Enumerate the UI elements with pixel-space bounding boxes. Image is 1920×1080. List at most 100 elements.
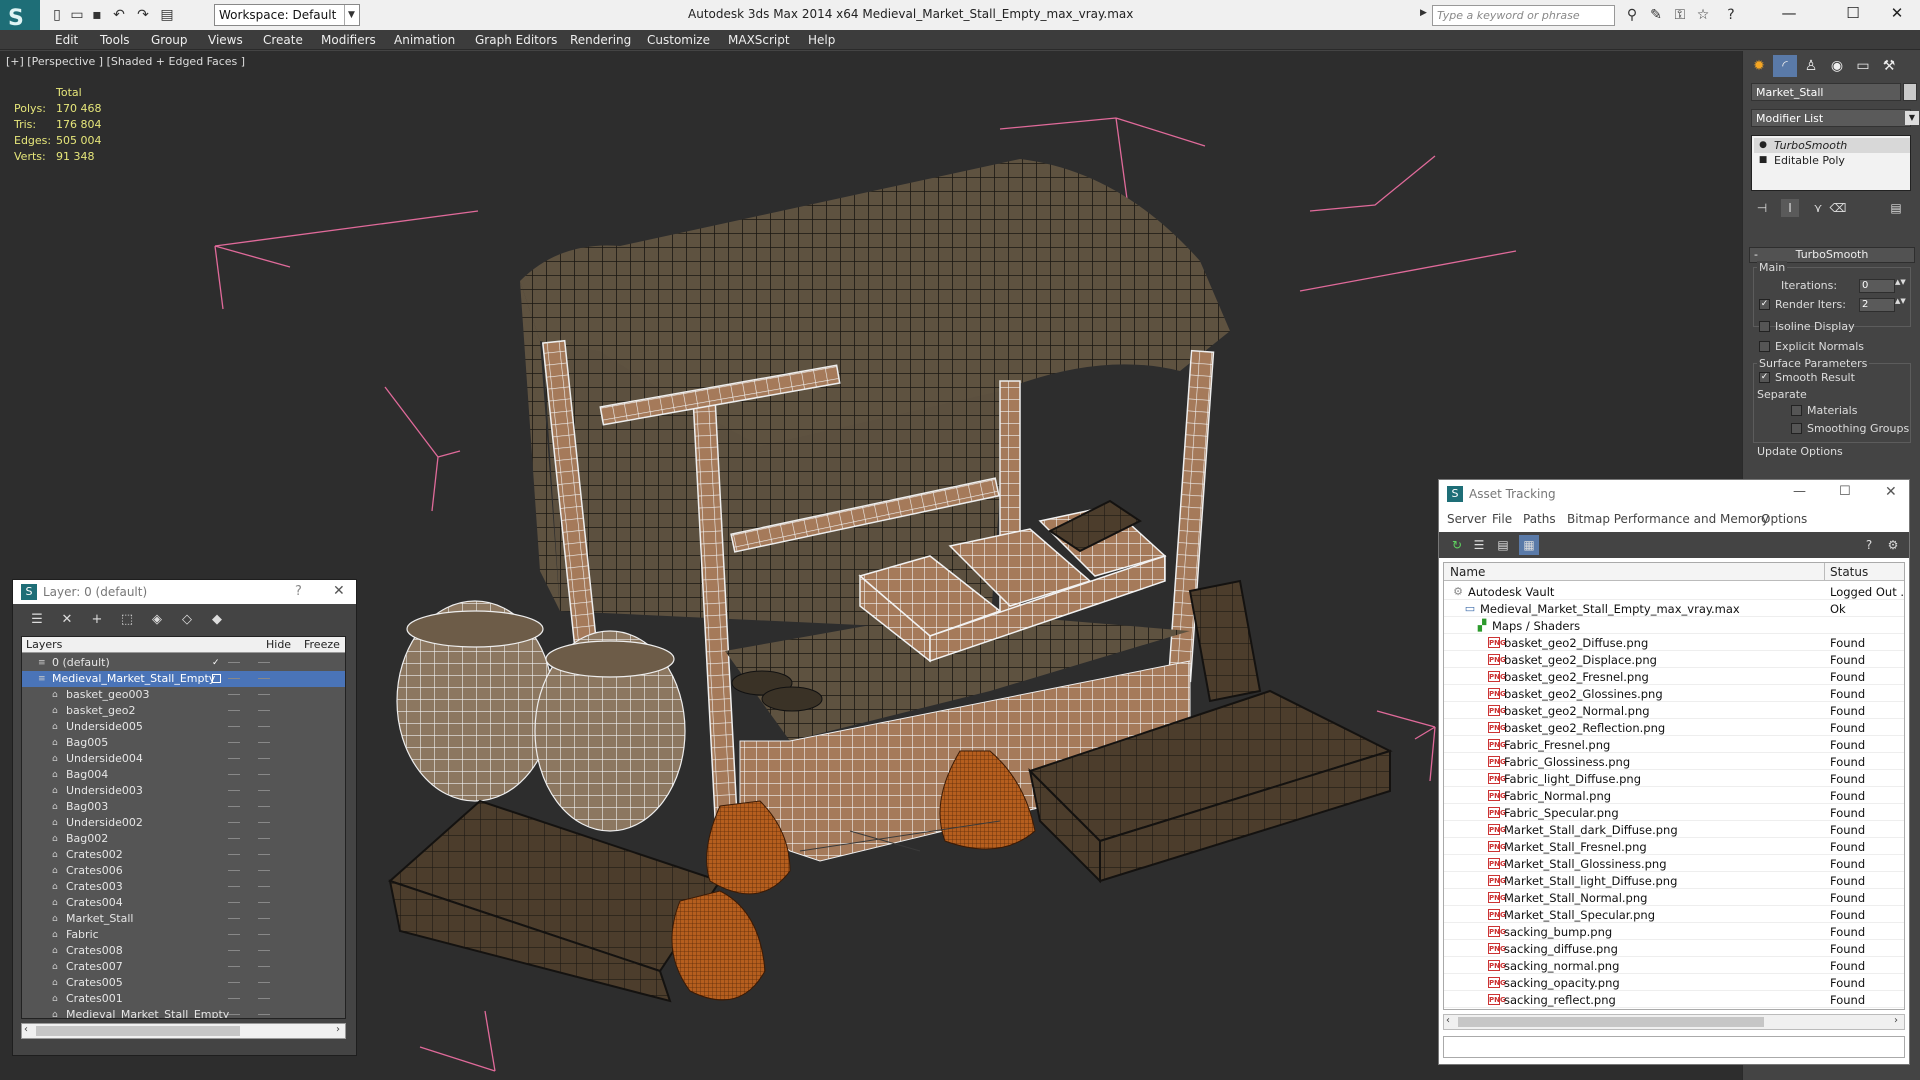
layer-row[interactable]: ⌂ Underside003 [22, 783, 345, 799]
redo-icon[interactable]: ↷ [134, 6, 152, 24]
new-file-icon[interactable]: ▯ [48, 6, 66, 24]
hide-toggle[interactable] [228, 982, 240, 983]
list-view-icon[interactable]: ☰ [1469, 535, 1489, 555]
layer-row[interactable]: ⌂ Crates006 [22, 863, 345, 879]
menu-graph-editors[interactable]: Graph Editors [475, 33, 557, 47]
hide-toggle[interactable] [228, 870, 240, 871]
smoothing-groups-checkbox[interactable] [1791, 423, 1802, 434]
object-color-swatch[interactable] [1903, 83, 1917, 101]
pin-stack-icon[interactable]: ⊣ [1753, 199, 1771, 217]
hierarchy-tab-icon[interactable]: ♙ [1799, 55, 1823, 77]
menu-customize[interactable]: Customize [647, 33, 710, 47]
asset-row[interactable]: PNG basket_geo2_Fresnel.png Found [1444, 668, 1904, 685]
menu-paths[interactable]: Paths [1523, 512, 1556, 526]
workspace-dropdown[interactable]: Workspace: Default [214, 4, 360, 26]
freeze-toggle[interactable] [258, 710, 270, 711]
chevron-left-icon[interactable]: ‹ [1446, 1015, 1450, 1026]
hide-toggle[interactable] [228, 790, 240, 791]
asset-row[interactable]: PNG Fabric_Normal.png Found [1444, 787, 1904, 804]
stack-item-editable-poly[interactable]: ■ Editable Poly [1754, 153, 1910, 168]
asset-row[interactable]: PNG basket_geo2_Displace.png Found [1444, 651, 1904, 668]
asset-row[interactable]: PNG Market_Stall_Specular.png Found [1444, 906, 1904, 923]
asset-row[interactable]: PNG Market_Stall_light_Diffuse.png Found [1444, 872, 1904, 889]
layer-row[interactable]: ⌂ Underside004 [22, 751, 345, 767]
modify-tab-icon[interactable]: ◜ [1773, 55, 1797, 77]
hide-toggle[interactable] [228, 758, 240, 759]
column-freeze[interactable]: Freeze [304, 638, 340, 651]
delete-layer-icon[interactable]: ✕ [57, 610, 77, 630]
tools-icon[interactable]: ✎ [1647, 6, 1665, 24]
hide-toggle[interactable] [228, 854, 240, 855]
freeze-toggle[interactable] [258, 1014, 270, 1015]
hide-toggle[interactable] [228, 1014, 240, 1015]
utilities-tab-icon[interactable]: ⚒ [1877, 55, 1901, 77]
asset-row[interactable]: PNG sacking_normal.png Found [1444, 957, 1904, 974]
freeze-toggle[interactable] [258, 822, 270, 823]
help-icon[interactable]: ? [1859, 535, 1879, 555]
column-layers[interactable]: Layers [26, 638, 62, 651]
menu-options[interactable]: Options [1761, 512, 1807, 526]
light-bulb-icon[interactable]: ● [1758, 140, 1768, 150]
layer-row[interactable]: ⌂ Crates005 [22, 975, 345, 991]
freeze-toggle[interactable] [258, 918, 270, 919]
current-layer-check-icon[interactable]: ✓ [212, 658, 222, 668]
asset-row[interactable]: PNG basket_geo2_Glossines.png Found [1444, 685, 1904, 702]
binoculars-icon[interactable]: ⚲ [1623, 6, 1641, 24]
hide-all-icon[interactable]: ◇ [177, 610, 197, 630]
select-objects-icon[interactable]: ⬚ [117, 610, 137, 630]
hide-toggle[interactable] [228, 710, 240, 711]
render-iters-checkbox[interactable]: ✓ [1759, 299, 1770, 310]
expand-plus-icon[interactable]: ■ [1758, 155, 1768, 165]
asset-row[interactable]: PNG Fabric_Glossiness.png Found [1444, 753, 1904, 770]
layer-row[interactable]: ⌂ Bag002 [22, 831, 345, 847]
freeze-toggle[interactable] [258, 742, 270, 743]
chevron-right-icon[interactable]: › [336, 1024, 340, 1035]
freeze-toggle[interactable] [258, 806, 270, 807]
freeze-toggle[interactable] [258, 774, 270, 775]
freeze-toggle[interactable] [258, 982, 270, 983]
layer-row[interactable]: ⌂ Underside002 [22, 815, 345, 831]
menu-file[interactable]: File [1492, 512, 1512, 526]
layer-row[interactable]: ⌂ Fabric [22, 927, 345, 943]
layer-row[interactable]: ⌂ Crates004 [22, 895, 345, 911]
asset-row[interactable]: PNG sacking_bump.png Found [1444, 923, 1904, 940]
hide-toggle[interactable] [228, 838, 240, 839]
column-divider[interactable] [1824, 563, 1825, 581]
freeze-all-icon[interactable]: ◆ [207, 610, 227, 630]
add-layer-icon[interactable]: + [87, 610, 107, 630]
favorites-star-icon[interactable]: ☆ [1694, 6, 1712, 24]
column-status[interactable]: Status [1830, 565, 1868, 579]
smooth-result-checkbox[interactable]: ✓ [1759, 372, 1770, 383]
layer-row[interactable]: ⌂ Crates002 [22, 847, 345, 863]
asset-row[interactable]: ⚙ Autodesk Vault Logged Out ... [1444, 583, 1904, 600]
show-end-result-icon[interactable]: I [1781, 199, 1799, 217]
freeze-toggle[interactable] [258, 950, 270, 951]
layer-row[interactable]: ⌂ Crates001 [22, 991, 345, 1007]
search-input[interactable]: Type a keyword or phrase [1432, 5, 1615, 26]
menu-edit[interactable]: Edit [55, 33, 78, 47]
remove-modifier-icon[interactable]: ⌫ [1829, 199, 1847, 217]
freeze-toggle[interactable] [258, 758, 270, 759]
asset-row[interactable]: PNG Fabric_Fresnel.png Found [1444, 736, 1904, 753]
motion-tab-icon[interactable]: ◉ [1825, 55, 1849, 77]
configure-modifier-sets-icon[interactable]: ▤ [1887, 199, 1905, 217]
layer-row[interactable]: ⌂ Bag005 [22, 735, 345, 751]
layer-row[interactable]: ⌂ Bag003 [22, 799, 345, 815]
layer-row[interactable]: ≡ Medieval_Market_Stall_Empty [22, 671, 345, 687]
modifier-list-dropdown[interactable]: Modifier List ▼ [1751, 109, 1919, 127]
minimize-icon[interactable]: — [1793, 484, 1806, 499]
create-tab-icon[interactable]: ✹ [1747, 55, 1771, 77]
display-tab-icon[interactable]: ▭ [1851, 55, 1875, 77]
iterations-spinner[interactable]: 0 [1859, 279, 1895, 293]
hide-toggle[interactable] [228, 966, 240, 967]
asset-window-titlebar[interactable]: S Asset Tracking — ☐ ✕ [1439, 480, 1909, 508]
menu-group[interactable]: Group [151, 33, 188, 47]
chevron-down-icon[interactable]: ▼ [344, 5, 358, 25]
asset-row[interactable]: PNG Market_Stall_dark_Diffuse.png Found [1444, 821, 1904, 838]
hide-toggle[interactable] [228, 934, 240, 935]
freeze-toggle[interactable] [258, 726, 270, 727]
menu-animation[interactable]: Animation [394, 33, 455, 47]
isoline-display-checkbox[interactable] [1759, 321, 1770, 332]
freeze-toggle[interactable] [258, 966, 270, 967]
asset-row[interactable]: PNG basket_geo2_Diffuse.png Found [1444, 634, 1904, 651]
